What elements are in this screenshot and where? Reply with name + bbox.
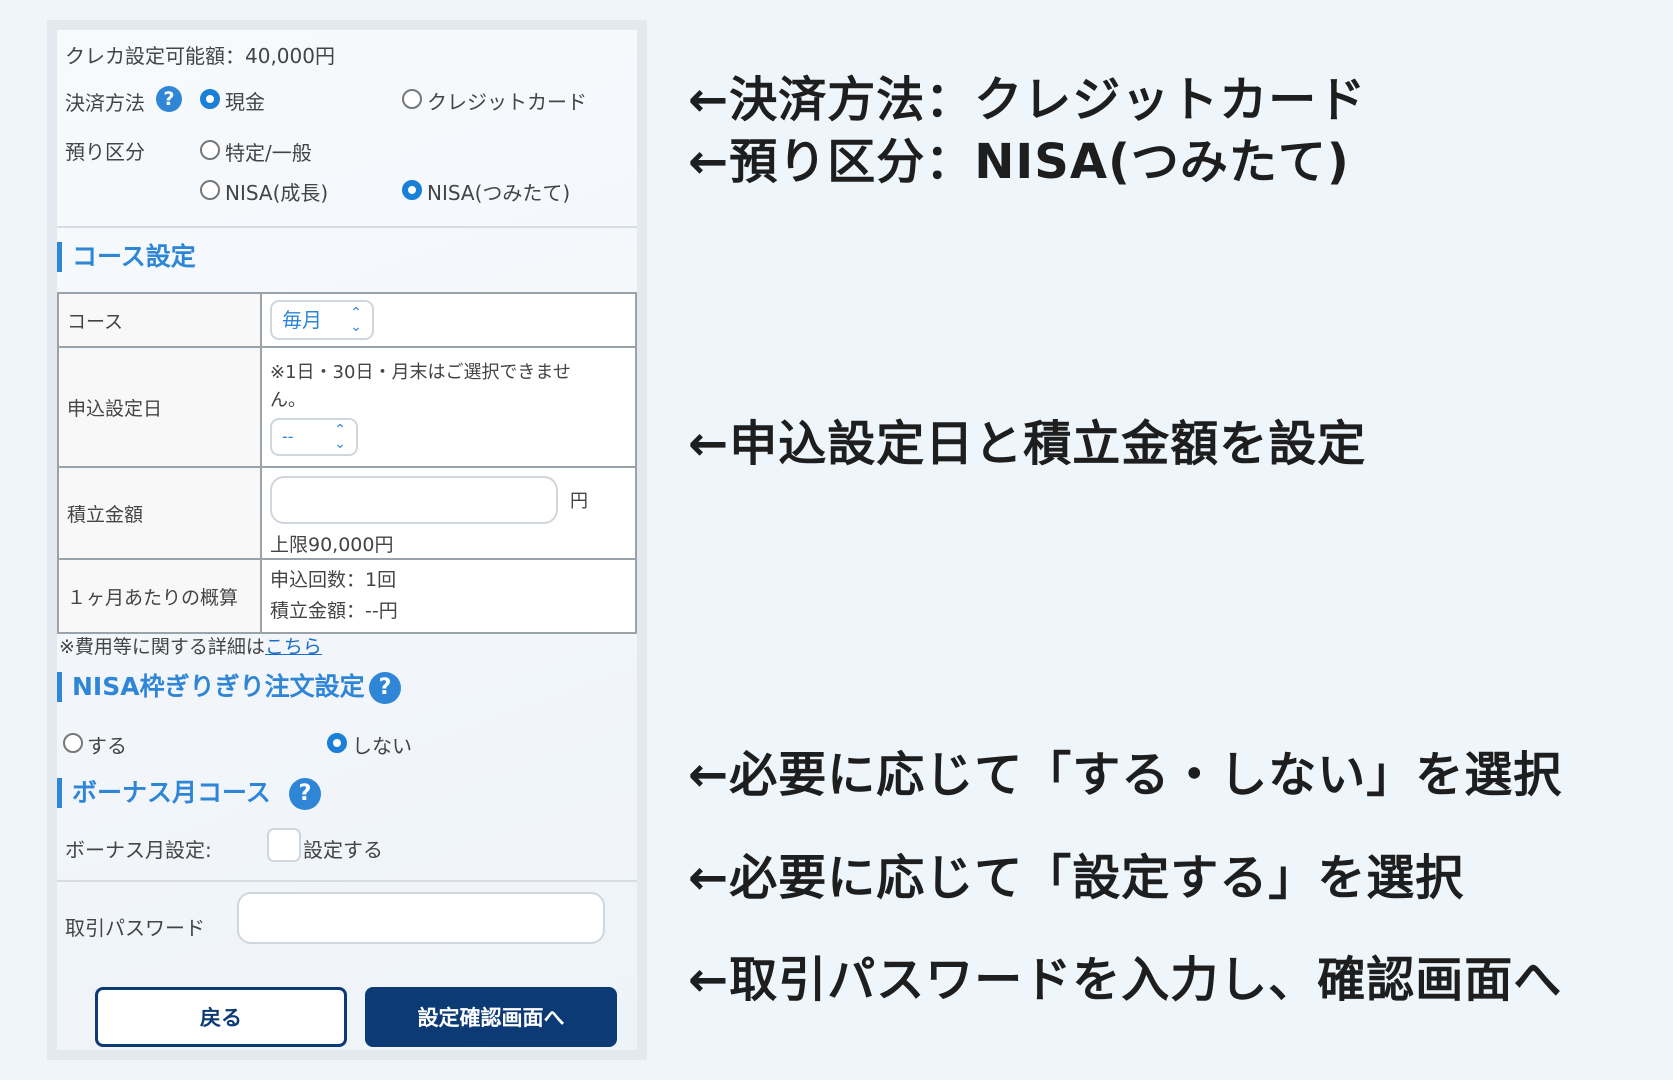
bonus-setting-label: ボーナス月設定: bbox=[65, 838, 212, 862]
deposit-tokutei-label[interactable]: 特定/一般 bbox=[225, 137, 312, 166]
fee-details-link[interactable]: こちら bbox=[265, 636, 322, 658]
annotation-deposit: ←預り区分：NISA(つみたて) bbox=[688, 134, 1350, 190]
date-note-line2: ん。 bbox=[270, 390, 306, 411]
nisa-limit-help-icon[interactable]: ? bbox=[369, 672, 401, 704]
payment-credit-label[interactable]: クレジットカード bbox=[427, 86, 587, 115]
deposit-nisa-tsumitate-label[interactable]: NISA(つみたて) bbox=[427, 177, 570, 206]
summary-amount: 積立金額：--円 bbox=[270, 600, 398, 622]
application-date-label: 申込設定日 bbox=[57, 346, 262, 468]
payment-credit-radio[interactable] bbox=[402, 89, 422, 109]
annotation-password: ←取引パスワードを入力し、確認画面へ bbox=[688, 952, 1563, 1008]
deposit-nisa-growth-label[interactable]: NISA(成長) bbox=[225, 177, 328, 206]
credit-limit-text: クレカ設定可能額：40,000円 bbox=[65, 44, 335, 68]
divider bbox=[57, 226, 637, 228]
course-label: コース bbox=[57, 292, 262, 348]
nisa-limit-no-label[interactable]: しない bbox=[352, 730, 412, 759]
chevron-updown-icon: ⌃ ⌄ bbox=[334, 422, 346, 452]
bonus-checkbox-label[interactable]: 設定する bbox=[303, 834, 383, 863]
back-button[interactable]: 戻る bbox=[95, 987, 347, 1047]
nisa-limit-no-radio[interactable] bbox=[327, 733, 347, 753]
fee-note: ※費用等に関する詳細はこちら bbox=[59, 632, 322, 659]
amount-unit: 円 bbox=[570, 490, 588, 512]
annotation-bonus: ←必要に応じて「設定する」を選択 bbox=[688, 850, 1465, 906]
deposit-type-label: 預り区分 bbox=[65, 140, 145, 164]
annotation-date-amount: ←申込設定日と積立金額を設定 bbox=[688, 416, 1367, 472]
monthly-summary-label: １ヶ月あたりの概算 bbox=[57, 558, 262, 634]
course-select-value: 毎月 bbox=[282, 308, 322, 332]
course-settings-table: コース 毎月 ⌃ ⌄ 申込設定日 ※1日・30日・月末はご選択できませ ん。 --… bbox=[57, 292, 637, 634]
deposit-nisa-tsumitate-radio[interactable] bbox=[402, 180, 422, 200]
amount-limit-text: 上限90,000円 bbox=[270, 533, 394, 556]
date-select-value: -- bbox=[282, 427, 294, 446]
order-form-panel: クレカ設定可能額：40,000円 決済方法 ? 現金 クレジットカード 預り区分… bbox=[47, 20, 647, 1060]
amount-label: 積立金額 bbox=[57, 466, 262, 560]
amount-input[interactable] bbox=[270, 475, 558, 524]
order-form: クレカ設定可能額：40,000円 決済方法 ? 現金 クレジットカード 預り区分… bbox=[57, 30, 637, 1050]
nisa-limit-yes-label[interactable]: する bbox=[87, 730, 127, 759]
course-cell: 毎月 ⌃ ⌄ bbox=[260, 292, 637, 348]
deposit-nisa-growth-radio[interactable] bbox=[200, 180, 220, 200]
chevron-updown-icon: ⌃ ⌄ bbox=[350, 305, 362, 335]
nisa-limit-section-title: NISA枠ぎりぎり注文設定 bbox=[57, 672, 365, 702]
payment-method-label: 決済方法 bbox=[65, 91, 145, 115]
payment-help-icon[interactable]: ? bbox=[156, 86, 182, 112]
deposit-tokutei-radio[interactable] bbox=[200, 140, 220, 160]
annotation-payment: ←決済方法：クレジットカード bbox=[688, 72, 1367, 128]
confirm-screen-button[interactable]: 設定確認画面へ bbox=[365, 987, 617, 1047]
nisa-limit-yes-radio[interactable] bbox=[63, 733, 83, 753]
bonus-checkbox[interactable] bbox=[267, 828, 301, 862]
monthly-summary-cell: 申込回数：1回 積立金額：--円 bbox=[260, 558, 637, 634]
bonus-help-icon[interactable]: ? bbox=[289, 778, 321, 810]
summary-count: 申込回数：1回 bbox=[270, 569, 397, 591]
password-label: 取引パスワード bbox=[65, 916, 205, 940]
bonus-section-title: ボーナス月コース bbox=[57, 778, 271, 808]
payment-cash-label[interactable]: 現金 bbox=[225, 86, 265, 115]
password-input[interactable] bbox=[237, 892, 605, 944]
annotation-nisa-limit: ←必要に応じて「する・しない」を選択 bbox=[688, 747, 1563, 803]
date-note-line1: ※1日・30日・月末はご選択できませ bbox=[270, 362, 571, 383]
application-date-select[interactable]: -- ⌃ ⌄ bbox=[270, 418, 358, 456]
amount-cell: 円 上限90,000円 bbox=[260, 466, 637, 560]
fee-note-text: ※費用等に関する詳細は bbox=[59, 636, 265, 658]
payment-cash-radio[interactable] bbox=[200, 89, 220, 109]
course-select[interactable]: 毎月 ⌃ ⌄ bbox=[270, 300, 374, 340]
course-section-title: コース設定 bbox=[57, 242, 196, 272]
application-date-cell: ※1日・30日・月末はご選択できませ ん。 -- ⌃ ⌄ bbox=[260, 346, 637, 468]
divider bbox=[57, 880, 637, 882]
